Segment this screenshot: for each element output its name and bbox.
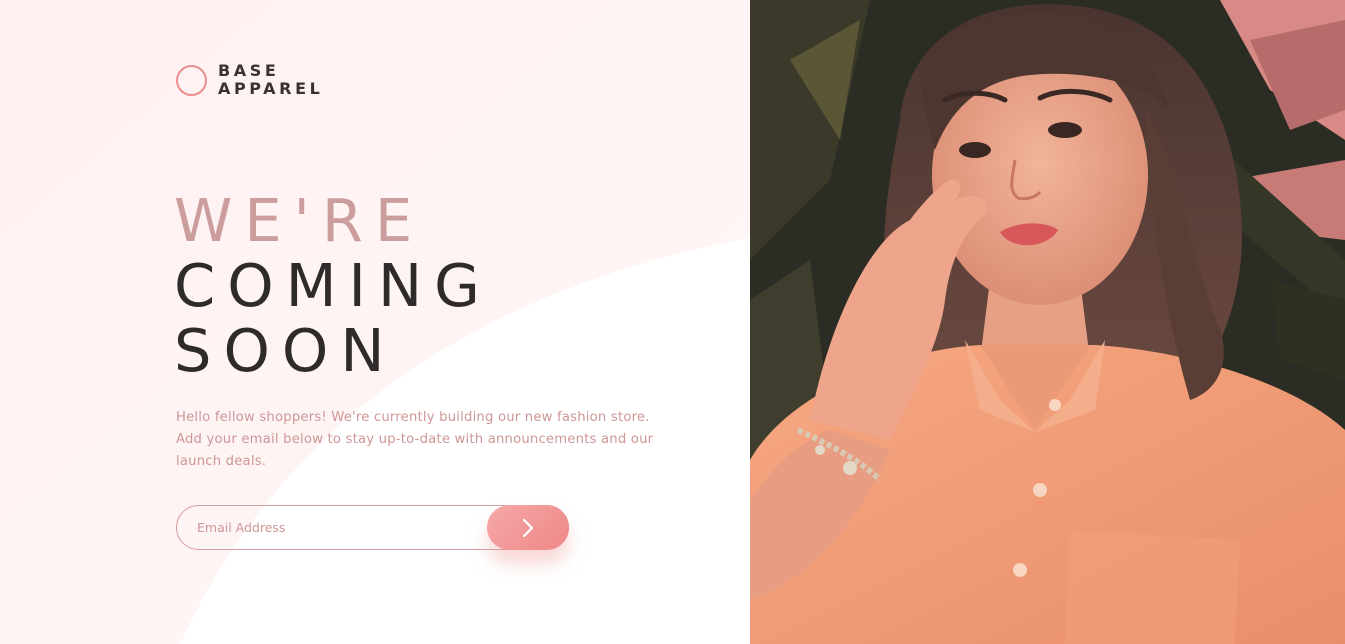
headline-line3: soon [174, 316, 397, 385]
brand-name-line1: BASE [218, 61, 280, 80]
coming-soon-page: BASE APPAREL We're coming soon Hello fel… [0, 0, 1345, 644]
hero-panel [750, 0, 1345, 644]
page-headline: We're coming soon [174, 188, 492, 383]
headline-line1: We're [174, 186, 425, 255]
content-panel: BASE APPAREL We're coming soon Hello fel… [0, 0, 750, 644]
brand-logo[interactable]: BASE APPAREL [176, 62, 323, 98]
hero-portrait-image [750, 0, 1345, 644]
logo-ring-icon [176, 64, 207, 96]
submit-button[interactable] [487, 505, 569, 550]
email-signup-form [176, 505, 569, 550]
chevron-right-icon [522, 518, 534, 537]
intro-text: Hello fellow shoppers! We're currently b… [176, 410, 654, 469]
brand-name: BASE APPAREL [218, 62, 323, 98]
brand-name-line2: APPAREL [218, 79, 324, 98]
headline-line2: coming [174, 251, 492, 320]
